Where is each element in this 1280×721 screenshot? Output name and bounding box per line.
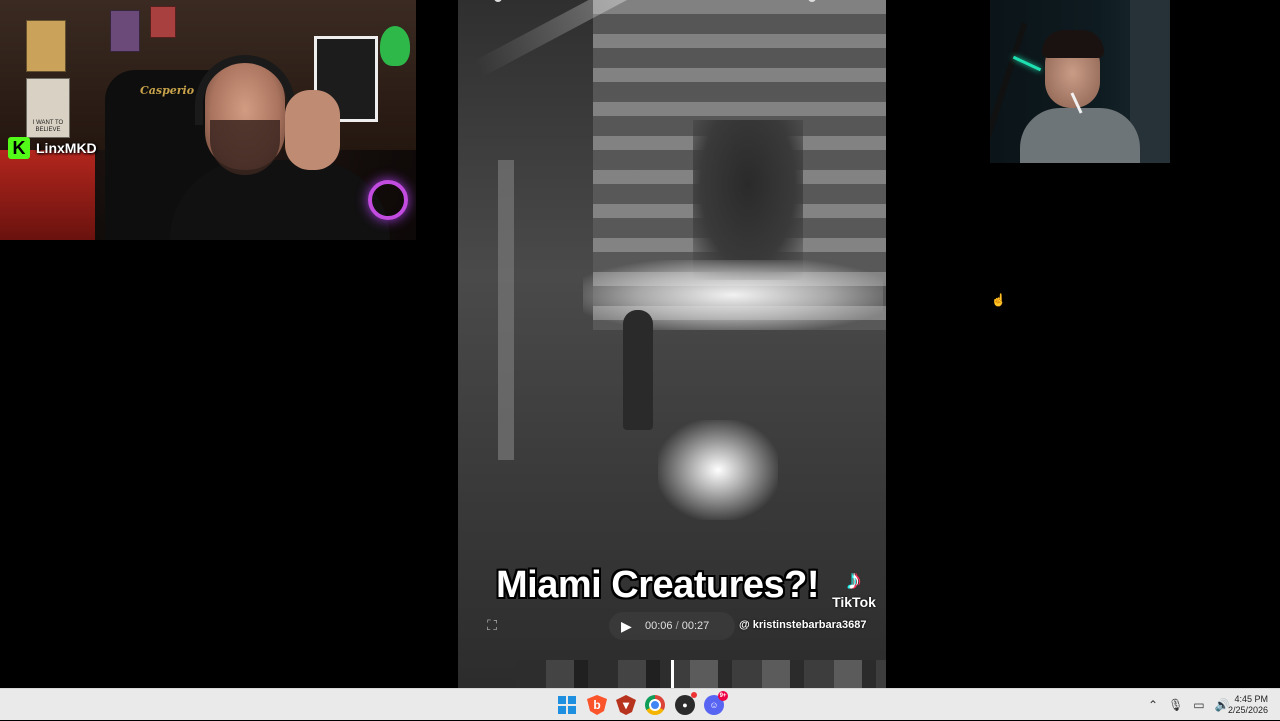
ring-light: [368, 180, 408, 220]
shadow-figure: [623, 310, 653, 430]
current-time: 00:06: [645, 620, 673, 632]
person-hair: [1042, 30, 1104, 58]
fullscreen-icon[interactable]: ⛶: [482, 615, 502, 635]
hand-cursor-icon: ☝: [991, 293, 1006, 307]
pole: [498, 160, 514, 460]
clock-time: 4:45 PM: [1234, 694, 1268, 704]
channel-name: LinxMKD: [36, 140, 97, 156]
chrome-icon[interactable]: [645, 695, 665, 715]
timeline-progress: [516, 660, 672, 688]
notification-badge: 9+: [718, 691, 728, 701]
red-light: [0, 150, 95, 240]
wall-poster: [150, 6, 176, 38]
webcam-right: [990, 0, 1170, 163]
clock-date: 2/25/2026: [1227, 705, 1268, 715]
uploader-handle: @ kristinstebarbara3687: [739, 619, 867, 631]
street-light: [658, 420, 778, 520]
chair-logo: Casperio: [140, 84, 195, 97]
streamer-hand: [285, 90, 340, 170]
chevron-up-icon[interactable]: ⌃: [1148, 698, 1158, 712]
windows-start-icon[interactable]: [557, 695, 577, 715]
shield-app-icon[interactable]: ▾: [616, 695, 636, 715]
wall-poster: [26, 20, 66, 72]
poster-text: I WANT TO BELIEVE: [32, 120, 64, 133]
webcam-left: I WANT TO BELIEVE Casperio K LinxMKD: [0, 0, 416, 240]
kick-icon: K: [8, 137, 30, 159]
brave-browser-icon[interactable]: b: [587, 695, 607, 715]
duration: 00:27: [681, 620, 710, 632]
tiktok-icon: ♪: [847, 564, 861, 595]
channel-tag: K LinxMKD: [8, 136, 97, 160]
back-arrow-icon[interactable]: [494, 0, 502, 2]
microphone-icon[interactable]: 🎙: [1168, 698, 1183, 712]
person-shirt: [1020, 108, 1140, 163]
taskbar: b ▾ ● ☺ 9+ ⌃ 🎙 ▭ 🔊 4:45 PM 2/25/2026: [0, 688, 1280, 720]
time-display: 00:06 / 00:27: [645, 620, 710, 632]
tiktok-wordmark: TikTok: [832, 594, 876, 610]
wall-poster: [110, 10, 140, 52]
system-clock[interactable]: 4:45 PM 2/25/2026: [1228, 694, 1268, 716]
tiktok-video[interactable]: Miami Creatures?! ♪ TikTok ⛶ ▶ 00:06 / 0…: [458, 0, 886, 688]
network-icon[interactable]: ▭: [1193, 698, 1204, 712]
tiktok-watermark: ♪ TikTok: [828, 564, 880, 611]
video-caption: Miami Creatures?!: [496, 564, 820, 606]
obs-icon[interactable]: ●: [675, 692, 697, 715]
wall-poster: I WANT TO BELIEVE: [26, 78, 70, 138]
palm-tree: [693, 120, 803, 280]
recording-dot: [691, 692, 697, 698]
led-light: [1012, 55, 1042, 72]
player-controls: ▶ 00:06 / 00:27: [609, 612, 735, 640]
system-tray: ⌃ 🎙 ▭ 🔊: [1148, 689, 1230, 721]
alien-figure: [380, 26, 410, 66]
playhead[interactable]: [671, 660, 675, 688]
play-icon[interactable]: ▶: [621, 618, 635, 635]
discord-icon[interactable]: ☺ 9+: [704, 691, 728, 715]
